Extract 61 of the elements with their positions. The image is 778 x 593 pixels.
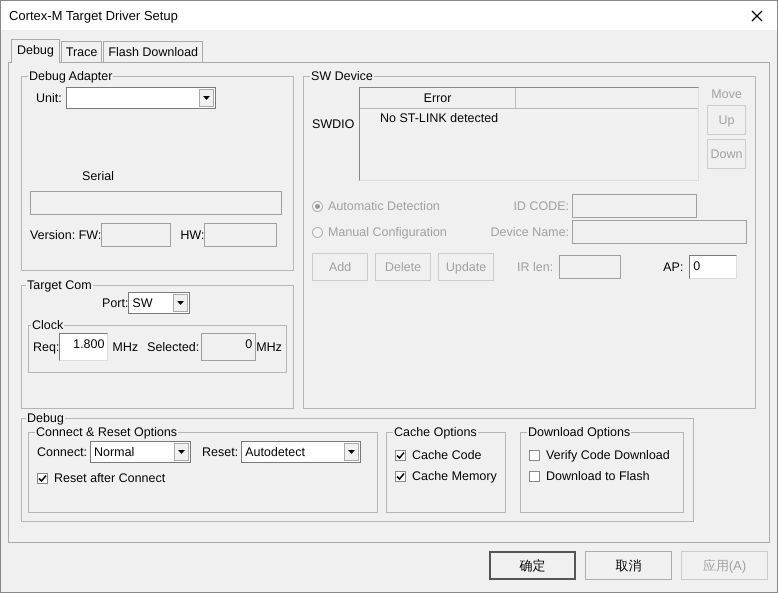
checkbox-label: Cache Memory — [412, 469, 497, 483]
group-title: Debug Adapter — [28, 69, 114, 83]
caret-icon — [202, 96, 210, 100]
checkbox[interactable] — [395, 450, 406, 460]
checkbox-label: Cache Code — [412, 448, 482, 462]
ir-length-field[interactable] — [559, 255, 622, 279]
group-title: Download Options — [527, 425, 632, 439]
checkbox-label: Reset after Connect — [54, 471, 166, 485]
ir-length-label: IR len: — [517, 260, 554, 274]
window-title: Cortex-M Target Driver Setup — [9, 8, 178, 23]
firmware-version-label: Version: FW: — [30, 228, 102, 242]
request-field[interactable]: 1.800 — [59, 333, 108, 361]
checkbox[interactable] — [37, 472, 48, 484]
checkbox-label: Verify Code Download — [546, 448, 670, 462]
group-title: SW Device — [310, 69, 374, 83]
tab[interactable]: Trace — [60, 41, 102, 62]
firmware-version-field[interactable] — [101, 223, 172, 247]
unit-label: MHz — [112, 340, 138, 354]
checkbox[interactable] — [529, 450, 540, 460]
caret-icon — [348, 450, 356, 454]
ap-field[interactable]: 0 — [689, 255, 738, 279]
id-code-field[interactable] — [572, 194, 697, 218]
checkbox[interactable] — [395, 470, 406, 482]
caret-icon — [177, 301, 184, 305]
device-name-field[interactable] — [572, 220, 747, 244]
move-label: Move — [711, 87, 742, 101]
serial-label: Serial — [82, 169, 115, 183]
reset-label: Reset: — [202, 445, 238, 459]
tab[interactable]: Debug — [11, 39, 60, 63]
group-title: Debug — [26, 411, 65, 425]
hardware-version-label: HW: — [180, 228, 204, 242]
dialog-button[interactable]: 确定 — [489, 551, 576, 580]
port-dropdown[interactable]: SW — [128, 292, 190, 314]
selected-label: Selected: — [147, 340, 200, 354]
hardware-version-field[interactable] — [204, 223, 278, 247]
device-name-label: Device Name: — [490, 225, 569, 239]
request-label: Req: — [33, 340, 60, 354]
group-title: Clock — [31, 318, 64, 332]
list-row[interactable]: No ST-LINK detected — [360, 109, 698, 125]
unit-dropdown[interactable] — [66, 87, 216, 109]
port-label: Port: — [102, 296, 128, 310]
reset-dropdown[interactable]: Autodetect — [241, 441, 362, 463]
connect-label: Connect: — [37, 445, 88, 459]
tab[interactable]: Flash Download — [103, 41, 203, 62]
checkbox[interactable] — [529, 470, 540, 482]
group-title: Cache Options — [393, 425, 478, 439]
swdio-label: SWDIO — [312, 117, 356, 131]
close-icon[interactable] — [751, 10, 763, 22]
column-header[interactable]: Error — [360, 88, 516, 108]
group-title: Target Com — [26, 278, 93, 292]
group-title: Connect & Reset Options — [35, 425, 178, 439]
unit-label: Unit: — [36, 91, 62, 105]
dialog-button[interactable]: 取消 — [585, 551, 672, 580]
caret-icon — [178, 450, 186, 454]
ap-label: AP: — [663, 260, 684, 274]
serial-field[interactable] — [30, 191, 282, 215]
id-code-label: ID CODE: — [512, 199, 569, 213]
selected-field[interactable]: 0 — [201, 333, 256, 361]
unit-label: MHz — [256, 340, 282, 354]
checkbox-label: Download to Flash — [546, 469, 650, 483]
connect-dropdown[interactable]: Normal — [90, 441, 192, 463]
